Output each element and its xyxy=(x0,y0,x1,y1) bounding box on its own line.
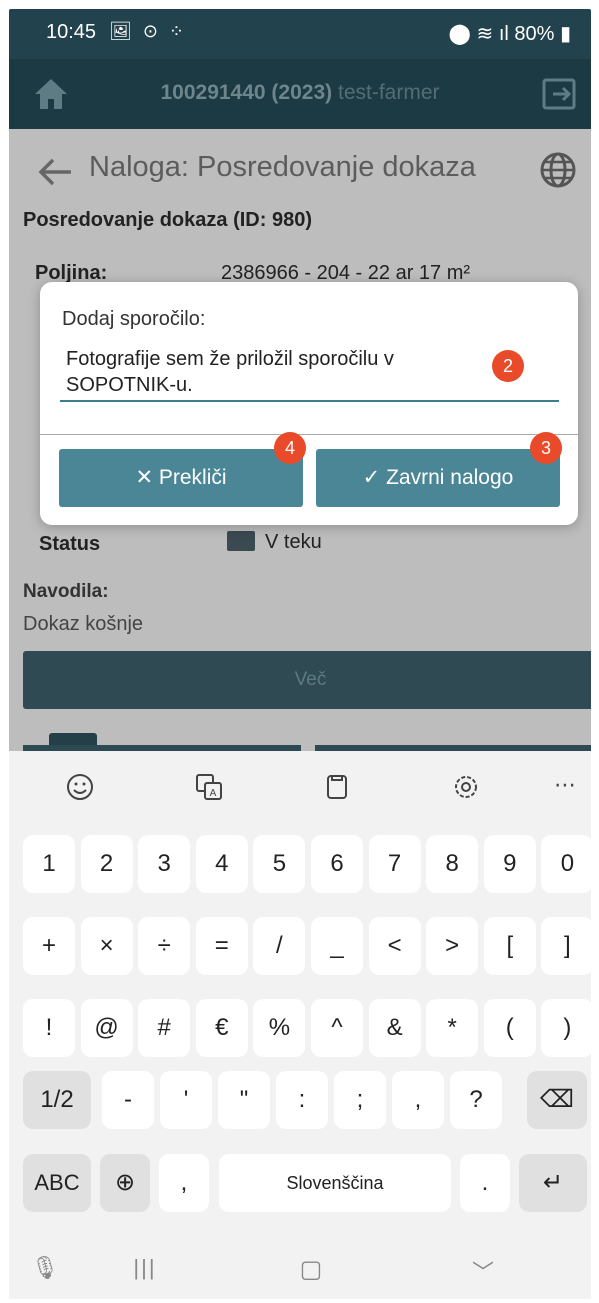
key-3-4[interactable]: % xyxy=(253,999,306,1057)
key-1-1[interactable]: 2 xyxy=(80,835,133,893)
exit-icon[interactable] xyxy=(541,77,577,111)
clipboard-icon[interactable] xyxy=(317,767,357,807)
input-underline xyxy=(60,400,559,402)
keyboard-toolbar: A ⋯ xyxy=(9,751,591,821)
key-4-2[interactable]: ' xyxy=(160,1071,212,1129)
back-chevron-icon[interactable]: ﹀ xyxy=(463,1255,503,1287)
back-arrow-icon[interactable] xyxy=(37,157,73,187)
instructions-text: Dokaz košnje xyxy=(23,613,144,635)
instructions-label: Navodila: xyxy=(23,581,109,602)
field-value-status: V teku xyxy=(265,531,322,553)
enter-key[interactable]: ↵ xyxy=(519,1154,587,1212)
settings-icon[interactable] xyxy=(446,767,486,807)
key-1-0[interactable]: 1 xyxy=(23,835,75,893)
signal-icon: ıl xyxy=(498,23,509,45)
period-key[interactable]: . xyxy=(460,1154,510,1212)
badge-2: 2 xyxy=(492,350,524,382)
more-icon[interactable]: ⋯ xyxy=(554,767,591,807)
key-2-1[interactable]: × xyxy=(80,917,133,975)
key-4-6[interactable]: , xyxy=(392,1071,444,1129)
field-label-status: Status xyxy=(39,533,101,555)
key-2-4[interactable]: / xyxy=(253,917,306,975)
key-3-5[interactable]: ^ xyxy=(311,999,363,1057)
key-3-0[interactable]: ! xyxy=(23,999,75,1057)
app-user: test-farmer xyxy=(337,81,440,104)
recent-apps-icon[interactable]: ||| xyxy=(125,1255,165,1287)
status-bar: 10:45 🖼 ⊙ ⁘ ⬤ ≋ ıl 80% ▮ xyxy=(9,9,591,59)
key-1-8[interactable]: 9 xyxy=(483,835,536,893)
app-id: 100291440 (2023) xyxy=(160,81,333,104)
key-2-8[interactable]: [ xyxy=(483,917,536,975)
globe-icon[interactable] xyxy=(539,151,577,189)
system-nav-bar: 🎙 ||| ▢ ﹀ xyxy=(9,1241,591,1299)
key-1-5[interactable]: 6 xyxy=(311,835,363,893)
globe-key[interactable]: ⊕ xyxy=(100,1154,150,1212)
key-3-9[interactable]: ) xyxy=(541,999,591,1057)
key-2-2[interactable]: ÷ xyxy=(138,917,191,975)
keyboard: A ⋯ 1234567890 + × ÷ = / _ < >[] ! @ # €% ^ & *() 1/2… xyxy=(9,751,591,1299)
key-1-2[interactable]: 3 xyxy=(138,835,191,893)
key-3-7[interactable]: * xyxy=(426,999,479,1057)
dialog-label: Dodaj sporočilo: xyxy=(62,308,206,330)
key-4-5[interactable]: ; xyxy=(334,1071,386,1129)
wifi-icon: ≋ xyxy=(476,23,494,45)
home-circle-icon[interactable]: ▢ xyxy=(291,1255,331,1287)
key-3-1[interactable]: @ xyxy=(80,999,133,1057)
app-bar: 100291440 (2023) test-farmer xyxy=(9,59,591,129)
key-3-6[interactable]: & xyxy=(368,999,421,1057)
key-2-0[interactable]: + xyxy=(23,917,75,975)
close-icon: ✕ xyxy=(135,466,159,489)
key-1-3[interactable]: 4 xyxy=(195,835,248,893)
location-icon: ⬤ xyxy=(448,23,471,45)
key-2-9[interactable]: ] xyxy=(541,917,591,975)
space-key[interactable]: Slovenščina xyxy=(219,1154,451,1212)
key-2-5[interactable]: _ xyxy=(311,917,363,975)
key-1-7[interactable]: 8 xyxy=(426,835,479,893)
envelope-open-icon xyxy=(227,531,255,551)
more-button[interactable]: Več xyxy=(23,651,591,709)
battery-icon: ▮ xyxy=(559,23,571,45)
key-1-6[interactable]: 7 xyxy=(368,835,421,893)
confirm-label: Zavrni nalogo xyxy=(386,466,514,489)
phone-screen: 10:45 🖼 ⊙ ⁘ ⬤ ≋ ıl 80% ▮ 100291440 (2023… xyxy=(9,9,591,1299)
dialog-divider xyxy=(40,434,578,435)
tab-indicator xyxy=(49,733,97,745)
message-input[interactable]: Fotografije sem že priložil sporočilu v … xyxy=(66,346,486,398)
emoji-icon[interactable] xyxy=(60,767,100,807)
key-3-3[interactable]: € xyxy=(195,999,248,1057)
key-2-7[interactable]: > xyxy=(426,917,479,975)
badge-4: 4 xyxy=(274,432,306,464)
page-title: Naloga: Posredovanje dokaza xyxy=(89,151,476,183)
key-1-9[interactable]: 0 xyxy=(541,835,591,893)
app-title: 100291440 (2023) test-farmer xyxy=(9,81,591,105)
reject-task-button[interactable]: ✓ Zavrni nalogo xyxy=(316,449,560,507)
section-title: Posredovanje dokaza (ID: 980) xyxy=(23,209,312,231)
cancel-label: Prekliči xyxy=(158,466,227,489)
key-2-6[interactable]: < xyxy=(368,917,421,975)
cancel-button[interactable]: ✕ Prekliči xyxy=(59,449,303,507)
key-4-3[interactable]: " xyxy=(218,1071,270,1129)
mic-icon[interactable]: 🎙 xyxy=(25,1255,65,1287)
abc-key[interactable]: ABC xyxy=(23,1154,91,1212)
key-4-0[interactable]: 1/2 xyxy=(23,1071,91,1129)
status-right: ⬤ ≋ ıl 80% ▮ xyxy=(449,21,571,46)
translate-icon[interactable]: A xyxy=(189,767,229,807)
comma-key[interactable]: , xyxy=(159,1154,209,1212)
key-2-3[interactable]: = xyxy=(195,917,248,975)
key-4-1[interactable]: - xyxy=(102,1071,154,1129)
battery-text: 80% xyxy=(514,23,555,45)
key-1-4[interactable]: 5 xyxy=(253,835,306,893)
svg-text:A: A xyxy=(210,788,217,799)
key-4-4[interactable]: : xyxy=(276,1071,328,1129)
check-icon: ✓ xyxy=(362,466,387,489)
key-3-2[interactable]: # xyxy=(138,999,191,1057)
badge-3: 3 xyxy=(530,432,562,464)
notification-icons: 🖼 ⊙ ⁘ xyxy=(109,21,188,41)
key-3-8[interactable]: ( xyxy=(483,999,536,1057)
add-message-dialog: Dodaj sporočilo: Fotografije sem že pril… xyxy=(40,282,578,525)
clock: 10:45 xyxy=(46,21,97,43)
backspace-key[interactable]: ⌫ xyxy=(527,1071,587,1129)
key-4-7[interactable]: ? xyxy=(450,1071,502,1129)
